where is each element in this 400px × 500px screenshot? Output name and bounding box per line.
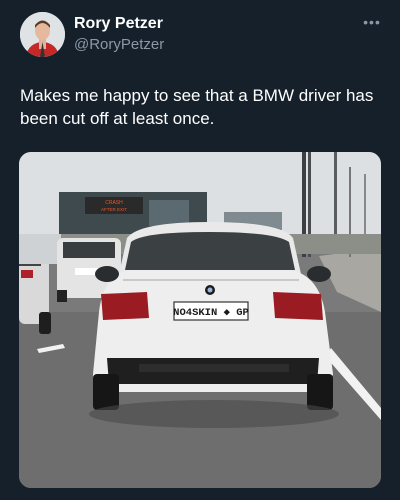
tweet-text-line: Makes me happy to see that a BMW driver … (20, 86, 374, 105)
avatar[interactable] (20, 12, 65, 57)
sign-text: CRASH (105, 200, 123, 206)
tweet-photo[interactable]: CRASH AFTER EXIT NO4SKIN ◆ GP (19, 152, 381, 488)
van (19, 234, 61, 264)
highway-photo: CRASH AFTER EXIT NO4SKIN ◆ GP (19, 152, 381, 488)
author-handle[interactable]: @RoryPetzer (74, 36, 164, 53)
tweet-card[interactable]: Rory Petzer @RoryPetzer ••• Makes me hap… (0, 0, 400, 500)
license-plate-text: NO4SKIN ◆ GP (173, 307, 249, 319)
author-name[interactable]: Rory Petzer (74, 15, 163, 33)
avatar-image (20, 12, 65, 57)
tweet-text-line: been cut off at least once. (20, 109, 215, 128)
tweet-text: Makes me happy to see that a BMW driver … (20, 84, 385, 130)
sign-text: AFTER EXIT (101, 207, 127, 212)
more-options-icon[interactable]: ••• (360, 14, 384, 34)
